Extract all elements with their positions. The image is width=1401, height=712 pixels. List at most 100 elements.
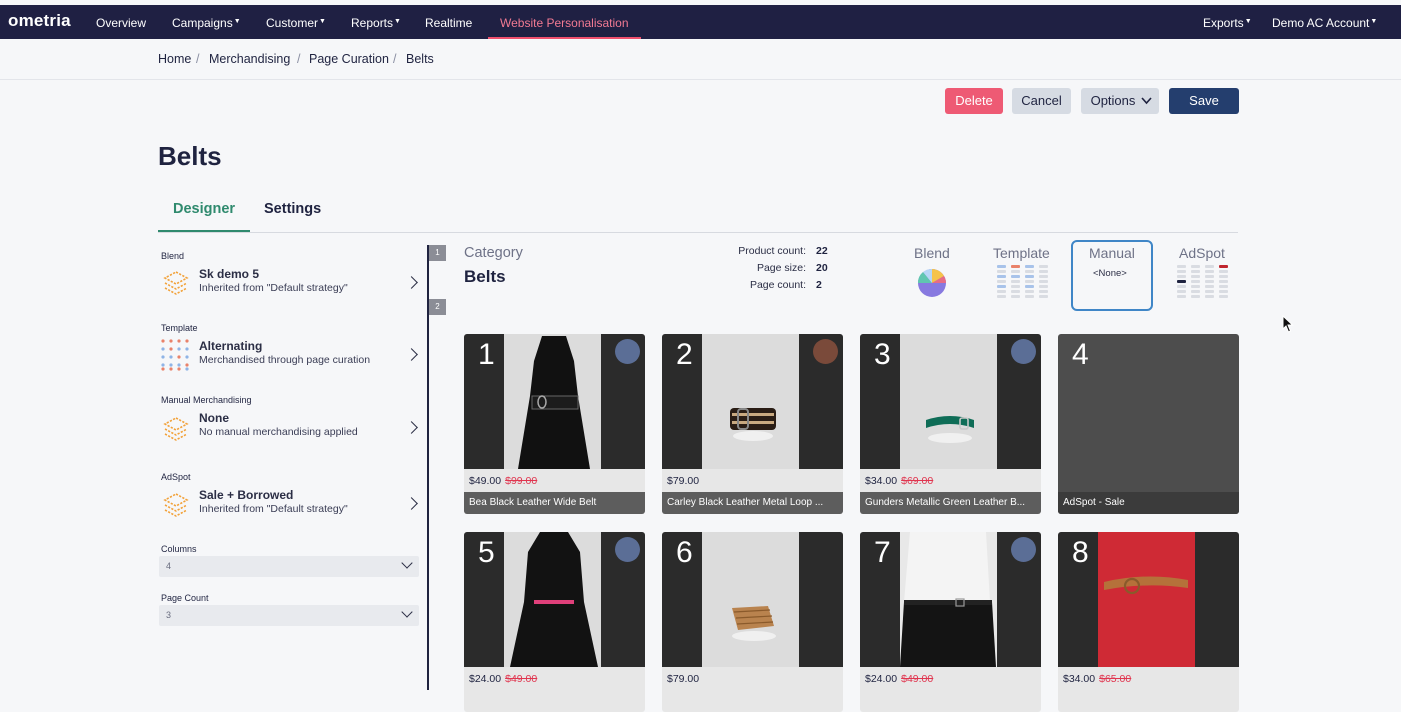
options-button[interactable]: Options [1081,88,1159,114]
product-name: Carley Black Leather Metal Loop ... [662,492,843,514]
product-price: $79.00 [667,475,703,487]
page-count-stat-label: Page count: [749,279,806,291]
nav-campaigns[interactable]: Campaigns▼ [172,16,241,30]
cancel-button[interactable]: Cancel [1012,88,1071,114]
blend-section-label: Blend [161,251,185,261]
manual-layer-value: <None> [1093,268,1127,279]
nav-customer[interactable]: Customer▼ [266,16,326,30]
template-title: Alternating [199,339,263,353]
product-card[interactable]: 5 $24.00 $49.00 [464,532,645,712]
columns-label: Columns [161,544,197,554]
chevron-right-icon[interactable] [405,348,418,361]
grid-badge-icon [615,339,640,364]
nav-website-personalisation[interactable]: Website Personalisation [500,16,629,30]
template-layer-label[interactable]: Template [993,245,1050,261]
nav-overview-label: Overview [96,16,147,30]
nav-exports[interactable]: Exports▼ [1203,16,1252,30]
template-section-label: Template [161,323,198,333]
product-card[interactable]: 1 $49.00 $99.00 Bea Black Leather Wide Be… [464,334,645,514]
nav-website-personalisation-label: Website Personalisation [500,16,629,30]
breadcrumb-separator: / [393,52,397,66]
price-current: $49.00 [469,475,502,487]
page-tag-1[interactable]: 1 [429,245,446,261]
blend-layer-label[interactable]: Blend [914,245,950,261]
chevron-down-icon [1141,97,1152,105]
chevron-right-icon[interactable] [405,497,418,510]
ometria-logo[interactable]: ometria [8,11,71,31]
chevron-down-icon [401,606,413,618]
price-current: $34.00 [865,475,898,487]
breadcrumb-merchandising[interactable]: Merchandising [209,52,290,66]
product-count-value: 22 [816,245,828,257]
adspot-layer-label[interactable]: AdSpot [1179,245,1225,261]
adspot-section-label: AdSpot [161,472,191,482]
grid-badge-icon [1011,339,1036,364]
tab-settings[interactable]: Settings [264,201,321,217]
adspot-title: Sale + Borrowed [199,488,294,502]
nav-overview[interactable]: Overview [96,16,146,30]
price-original: $49.00 [505,673,538,685]
columns-select[interactable]: 4 [159,556,419,577]
adspot-card[interactable]: 4 AdSpot - Sale [1058,334,1239,514]
slot-number: 8 [1072,536,1089,569]
product-card[interactable]: 6 $79.00 [662,532,843,712]
nav-reports[interactable]: Reports▼ [351,16,401,30]
price-original: $69.00 [901,475,934,487]
price-original: $65.00 [1099,673,1132,685]
slot-number: 5 [478,536,495,569]
save-button[interactable]: Save [1169,88,1239,114]
product-name: Gunders Metallic Green Leather B... [860,492,1041,514]
price-original: $49.00 [901,673,934,685]
category-label: Category [464,245,523,261]
product-card[interactable]: 3 $34.00 $69.00 Gunders Metallic Green Le… [860,334,1041,514]
tabs-divider [158,232,1238,233]
pie-chart-icon[interactable] [917,268,947,298]
page-tag-2[interactable]: 2 [429,299,446,315]
nav-exports-label: Exports [1203,16,1244,30]
template-grid-icon[interactable] [997,265,1049,299]
page-count-select[interactable]: 3 [159,605,419,626]
options-label: Options [1090,93,1136,108]
blend-subtitle: Inherited from "Default strategy" [199,282,348,294]
delete-button[interactable]: Delete [945,88,1003,114]
layers-icon [163,417,189,441]
price-current: $79.00 [667,673,700,685]
slot-number: 7 [874,536,891,569]
columns-value: 4 [166,561,172,571]
caret-down-icon: ▼ [1370,18,1378,25]
blend-title: Sk demo 5 [199,267,260,281]
slot-number: 1 [478,338,495,371]
product-name: Bea Black Leather Wide Belt [464,492,645,514]
slot-number: 6 [676,536,693,569]
caret-down-icon: ▼ [319,18,326,25]
nav-realtime[interactable]: Realtime [425,16,472,30]
product-card[interactable]: 8 $34.00 $65.00 [1058,532,1239,712]
manual-layer-label: Manual [1089,245,1135,261]
nav-reports-label: Reports [351,16,394,30]
breadcrumb-page-curation[interactable]: Page Curation [309,52,389,66]
manual-section-label: Manual Merchandising [161,395,252,405]
slot-number: 4 [1072,338,1089,371]
page-size-label: Page size: [756,262,806,274]
nav-account[interactable]: Demo AC Account▼ [1272,16,1377,30]
page-count-stat-value: 2 [816,279,822,291]
category-name: Belts [464,267,506,286]
chevron-right-icon[interactable] [405,276,418,289]
price-original: $99.00 [505,475,538,487]
chevron-right-icon[interactable] [405,421,418,434]
layers-icon [163,271,189,295]
page-title: Belts [158,141,222,171]
product-card[interactable]: 7 $24.00 $49.00 [860,532,1041,712]
product-price: $24.00 $49.00 [865,673,933,685]
caret-down-icon: ▼ [1244,18,1252,25]
tab-designer[interactable]: Designer [173,201,235,217]
price-current: $34.00 [1063,673,1096,685]
product-card[interactable]: 2 $79.00 Carley Black Leather Metal Loop… [662,334,843,514]
breadcrumb-home[interactable]: Home [158,52,191,66]
grid-dots-icon [161,339,189,371]
breadcrumb: Home / Merchandising / Page Curation / B… [0,39,1401,80]
caret-down-icon: ▼ [394,18,401,25]
adspot-name: AdSpot - Sale [1058,492,1239,514]
page-size-value: 20 [816,262,828,274]
adspot-grid-icon[interactable] [1177,265,1229,299]
